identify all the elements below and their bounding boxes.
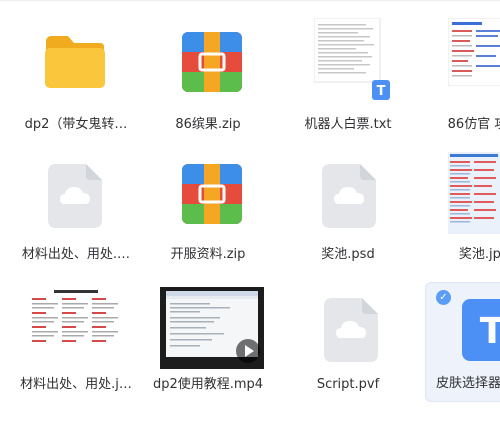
archive-icon bbox=[182, 164, 242, 224]
file-name: 奖池.psd bbox=[321, 247, 375, 262]
file-name: 皮肤选择器 bbox=[436, 376, 500, 391]
text-doc-icon: T bbox=[462, 299, 500, 361]
svg-text:T: T bbox=[480, 311, 500, 352]
file-name: Script.pvf bbox=[316, 377, 380, 392]
text-file-thumbnail: T bbox=[314, 18, 390, 100]
folder-icon bbox=[45, 36, 105, 88]
file-name: dp2（带女鬼转… bbox=[24, 117, 128, 132]
file-tile-material-cloud[interactable]: 材料出处、用处.… bbox=[20, 142, 132, 262]
file-name: 材料出处、用处.… bbox=[21, 247, 131, 262]
file-tile-robot-txt[interactable]: T 机器人白票.txt bbox=[292, 12, 404, 132]
image-thumbnail bbox=[448, 152, 500, 234]
play-icon[interactable] bbox=[236, 339, 260, 363]
cloud-file-icon bbox=[322, 164, 376, 228]
file-tile-86-guide[interactable]: 86仿官 攻略 bbox=[428, 12, 500, 132]
file-tile-86-zip[interactable]: 86缤果.zip bbox=[152, 12, 264, 132]
cloud-file-icon bbox=[324, 298, 378, 362]
file-name: 材料出处、用处.j… bbox=[20, 377, 132, 392]
file-name: 开服资料.zip bbox=[170, 247, 246, 262]
file-tile-tutorial-mp4[interactable]: dp2使用教程.mp4 bbox=[152, 272, 264, 392]
file-tile-skin-selector[interactable]: ✓ T 皮肤选择器 bbox=[425, 282, 500, 402]
video-thumbnail bbox=[160, 287, 264, 369]
file-name: 86缤果.zip bbox=[175, 117, 241, 132]
archive-icon bbox=[182, 32, 242, 92]
file-tile-script-pvf[interactable]: Script.pvf bbox=[292, 272, 404, 392]
image-thumbnail bbox=[448, 18, 500, 86]
top-divider bbox=[0, 0, 500, 1]
selected-check-icon[interactable]: ✓ bbox=[436, 290, 451, 305]
file-tile-server-zip[interactable]: 开服资料.zip bbox=[152, 142, 264, 262]
svg-text:T: T bbox=[377, 84, 386, 99]
image-thumbnail bbox=[30, 286, 122, 350]
file-name: dp2使用教程.mp4 bbox=[152, 377, 264, 392]
file-tile-dp2-folder[interactable]: dp2（带女鬼转… bbox=[20, 12, 132, 132]
file-tile-material-jpg[interactable]: 材料出处、用处.j… bbox=[20, 272, 132, 392]
cloud-file-icon bbox=[48, 164, 102, 228]
file-name: 奖池.jpg bbox=[458, 247, 500, 262]
file-tile-pool-jpg[interactable]: 奖池.jpg bbox=[428, 142, 500, 262]
file-name: 机器人白票.txt bbox=[304, 117, 392, 132]
file-name: 86仿官 攻略 bbox=[447, 117, 500, 132]
file-tile-pool-psd[interactable]: 奖池.psd bbox=[292, 142, 404, 262]
